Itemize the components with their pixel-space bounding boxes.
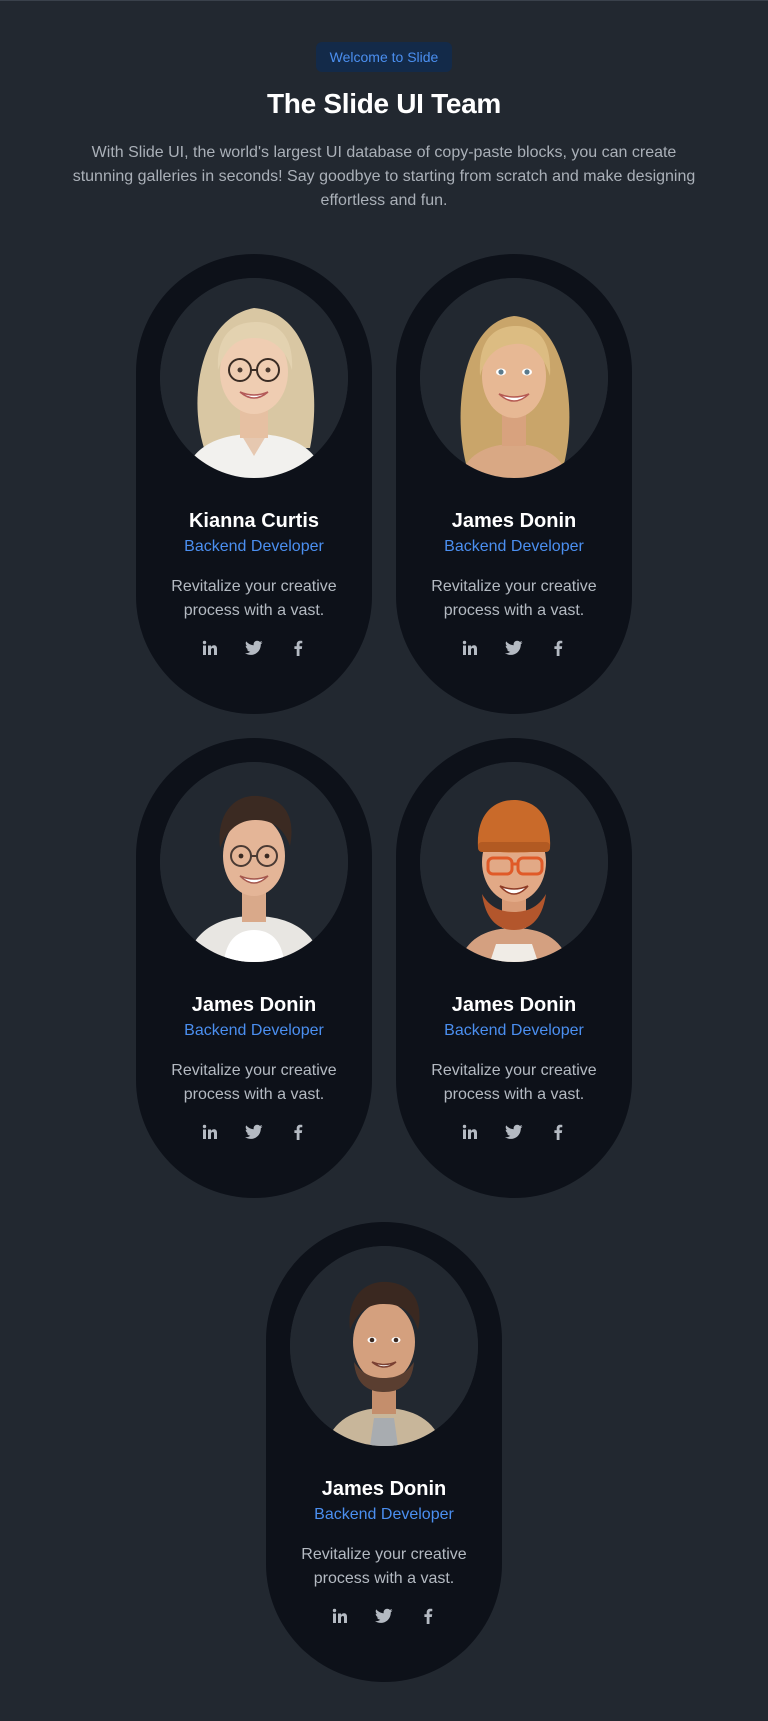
top-border [0, 0, 768, 1]
member-name: Kianna Curtis [188, 510, 320, 532]
member-bio: Revitalize your creative process with a … [301, 1546, 467, 1587]
social-links [136, 1123, 372, 1149]
member-name: James Donin [321, 1478, 447, 1500]
page-title: The Slide UI Team [267, 88, 501, 119]
member-role: Backend Developer [444, 1022, 584, 1039]
member-bio: Revitalize your creative process with a … [431, 578, 597, 619]
page-subtitle: With Slide UI, the world's largest UI da… [72, 144, 696, 209]
member-name: James Donin [451, 510, 577, 532]
linkedin-icon[interactable] [461, 1123, 479, 1141]
team-member-card: James Donin Backend Developer Revitalize… [266, 1222, 502, 1682]
facebook-icon[interactable] [289, 1123, 307, 1141]
member-role: Backend Developer [184, 1022, 324, 1039]
team-member-card: Kianna Curtis Backend Developer Revitali… [136, 254, 372, 714]
social-links [396, 639, 632, 665]
member-role: Backend Developer [314, 1506, 454, 1523]
linkedin-icon[interactable] [201, 639, 219, 657]
twitter-icon[interactable] [245, 1123, 263, 1141]
member-photo [160, 762, 348, 962]
twitter-icon[interactable] [505, 1123, 523, 1141]
social-links [396, 1123, 632, 1149]
team-member-card: James Donin Backend Developer Revitalize… [396, 254, 632, 714]
member-bio: Revitalize your creative process with a … [171, 1062, 337, 1103]
member-name: James Donin [451, 994, 577, 1016]
twitter-icon[interactable] [505, 639, 523, 657]
social-links [266, 1607, 502, 1633]
facebook-icon[interactable] [549, 639, 567, 657]
facebook-icon[interactable] [289, 639, 307, 657]
member-photo [160, 278, 348, 478]
member-photo [420, 278, 608, 478]
social-links [136, 639, 372, 665]
linkedin-icon[interactable] [461, 639, 479, 657]
member-name: James Donin [191, 994, 317, 1016]
welcome-badge: Welcome to Slide [316, 42, 452, 72]
linkedin-icon[interactable] [331, 1607, 349, 1625]
team-member-card: James Donin Backend Developer Revitalize… [136, 738, 372, 1198]
member-bio: Revitalize your creative process with a … [431, 1062, 597, 1103]
member-bio: Revitalize your creative process with a … [171, 578, 337, 619]
member-photo [420, 762, 608, 962]
twitter-icon[interactable] [375, 1607, 393, 1625]
member-role: Backend Developer [184, 538, 324, 555]
facebook-icon[interactable] [419, 1607, 437, 1625]
member-role: Backend Developer [444, 538, 584, 555]
team-member-card: James Donin Backend Developer Revitalize… [396, 738, 632, 1198]
facebook-icon[interactable] [549, 1123, 567, 1141]
linkedin-icon[interactable] [201, 1123, 219, 1141]
twitter-icon[interactable] [245, 639, 263, 657]
member-photo [290, 1246, 478, 1446]
